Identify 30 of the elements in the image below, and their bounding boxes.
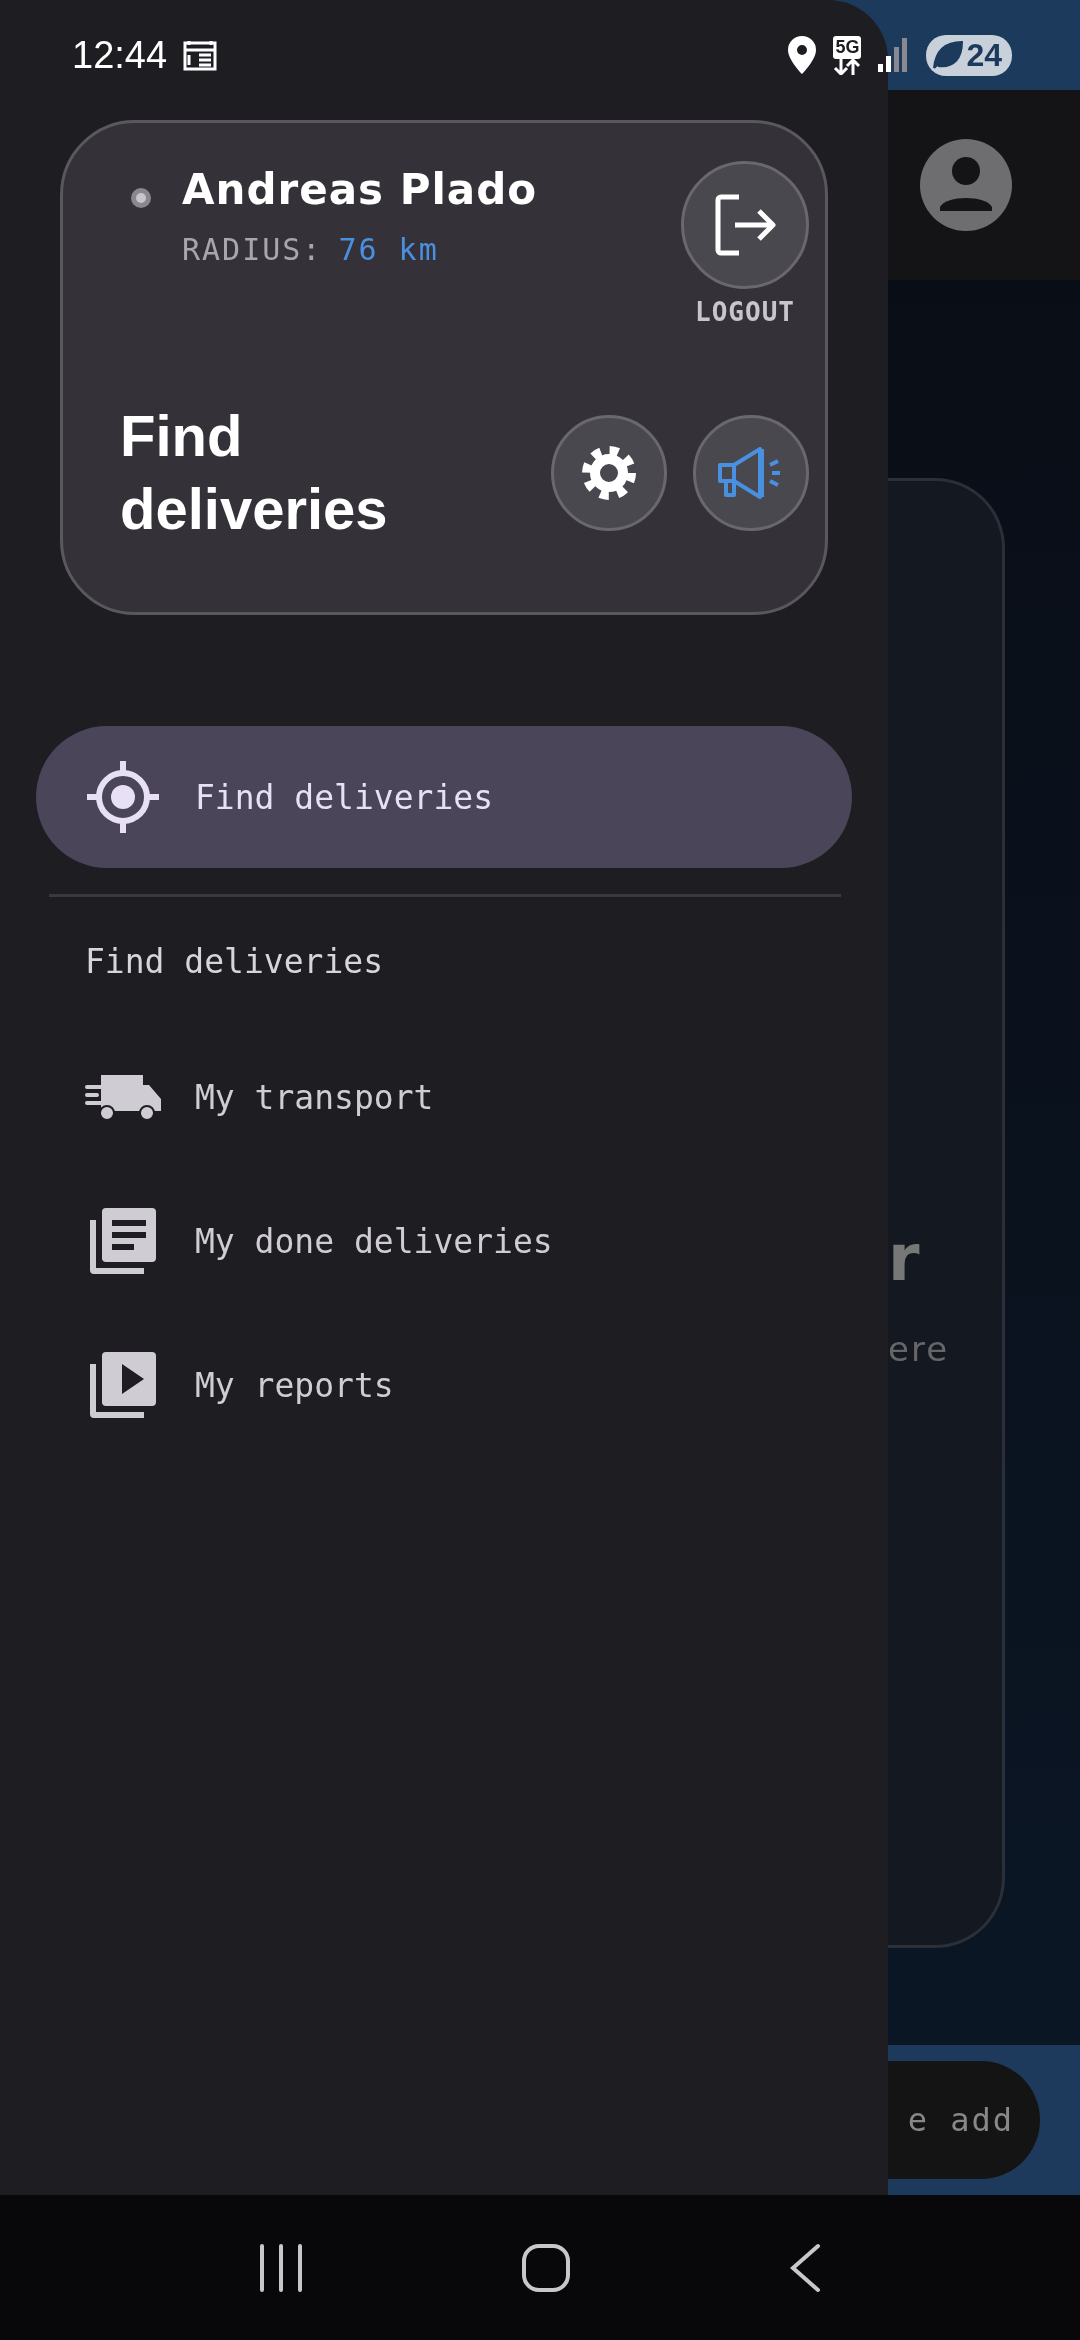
truck-icon: [85, 1073, 161, 1121]
network-type: 5G: [833, 35, 862, 59]
card-text: ere: [888, 1329, 951, 1369]
menu-item[interactable]: My done deliveries: [36, 1170, 852, 1312]
video-stack-icon: [90, 1352, 156, 1418]
logout-icon: [713, 193, 777, 257]
drawer-title: Find deliveries: [120, 402, 389, 543]
add-button[interactable]: e add: [888, 2061, 1040, 2179]
battery-level: 24: [966, 36, 1002, 74]
recent-apps-icon[interactable]: [259, 2243, 303, 2292]
location-icon: [788, 36, 817, 74]
menu-item[interactable]: My transport: [36, 1026, 852, 1168]
section-heading: Find deliveries: [85, 942, 384, 983]
clock-time: 12:44: [72, 33, 168, 77]
user-name: Andreas Plado: [182, 165, 539, 214]
logout-label: LOGOUT: [695, 297, 795, 327]
card-heading: r: [888, 1221, 921, 1295]
home-icon[interactable]: [521, 2242, 571, 2293]
calendar-icon: [183, 39, 218, 71]
target-icon: [85, 759, 161, 835]
back-icon[interactable]: [789, 2242, 821, 2293]
radius-label: RADIUS:: [182, 232, 323, 267]
data-arrows-icon: [832, 58, 863, 75]
menu-item[interactable]: Find deliveries: [36, 726, 852, 868]
signal-icon: [878, 38, 909, 72]
menu-item[interactable]: My reports: [36, 1314, 852, 1456]
radius-value: 76 km: [338, 232, 439, 267]
avatar-icon[interactable]: [920, 139, 1012, 231]
status-dot-icon: [130, 187, 152, 209]
document-stack-icon: [90, 1208, 156, 1274]
